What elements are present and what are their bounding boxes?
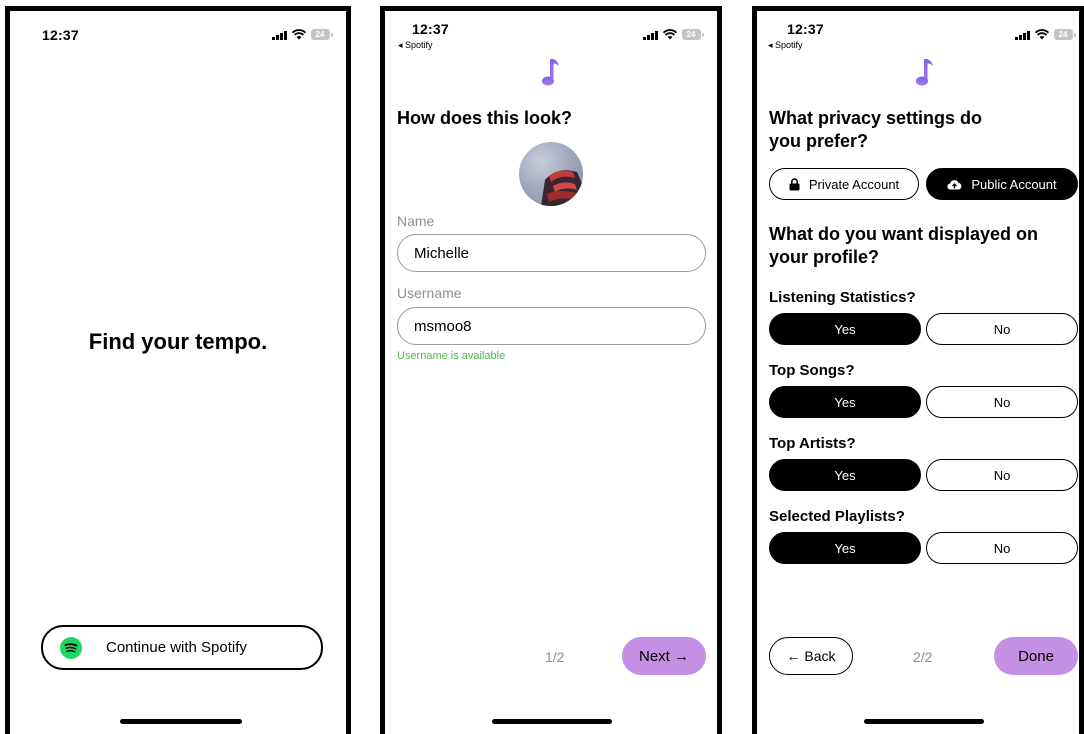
profile-title: How does this look?	[397, 108, 573, 128]
status-icons: 24	[643, 29, 704, 40]
music-note-icon	[542, 59, 559, 86]
wifi-icon	[662, 29, 677, 40]
signal-icon	[272, 30, 287, 40]
page-indicator: 2/2	[913, 649, 933, 665]
screen-welcome: 12:37 24 Find your tempo. Continue with …	[5, 6, 351, 734]
status-time: 12:37	[787, 21, 824, 37]
display-title: What do you want displayed on your profi…	[769, 223, 1038, 269]
avatar-photo	[541, 170, 583, 206]
private-account-label: Private Account	[808, 176, 900, 192]
status-time: 12:37	[42, 27, 79, 43]
music-note-icon	[916, 59, 933, 86]
top-songs-no-button[interactable]: No	[926, 386, 1078, 418]
home-indicator	[864, 719, 984, 724]
back-to-spotify-link[interactable]: ◂ Spotify	[768, 40, 803, 51]
privacy-title-line1: What privacy settings do	[769, 108, 983, 128]
battery-icon: 24	[310, 29, 333, 40]
avatar[interactable]	[519, 142, 583, 206]
continue-with-spotify-button[interactable]: Continue with Spotify	[41, 625, 323, 670]
name-label: Name	[397, 213, 435, 229]
welcome-headline: Find your tempo.	[88, 329, 268, 354]
status-time: 12:37	[412, 21, 449, 37]
lock-icon	[789, 177, 800, 190]
selected-playlists-yes-button[interactable]: Yes	[769, 532, 921, 564]
display-title-line2: your profile?	[769, 247, 880, 267]
listening-statistics-yes-button[interactable]: Yes	[769, 313, 921, 345]
username-label: Username	[397, 285, 462, 301]
next-button[interactable]: Next →	[622, 637, 706, 675]
battery-icon: 24	[1053, 29, 1076, 40]
privacy-title-line2: you prefer?	[769, 131, 869, 151]
listening-statistics-label: Listening Statistics?	[769, 289, 916, 306]
status-icons: 24	[1015, 29, 1076, 40]
private-account-button[interactable]: Private Account	[769, 168, 919, 200]
done-button[interactable]: Done	[994, 637, 1078, 675]
selected-playlists-no-button[interactable]: No	[926, 532, 1078, 564]
signal-icon	[1015, 30, 1030, 40]
top-artists-label: Top Artists?	[769, 435, 856, 452]
listening-statistics-no-button[interactable]: No	[926, 313, 1078, 345]
public-account-button[interactable]: Public Account	[926, 168, 1078, 200]
signal-icon	[643, 30, 658, 40]
top-songs-label: Top Songs?	[769, 362, 855, 379]
back-button[interactable]: ← Back	[769, 637, 853, 675]
top-artists-no-button[interactable]: No	[926, 459, 1078, 491]
page-indicator: 1/2	[545, 649, 565, 665]
wifi-icon	[291, 29, 306, 40]
home-indicator	[120, 719, 242, 724]
display-title-line1: What do you want displayed on	[769, 224, 1039, 244]
wifi-icon	[1034, 29, 1049, 40]
username-field[interactable]: msmoo8	[397, 307, 706, 345]
top-artists-yes-button[interactable]: Yes	[769, 459, 921, 491]
selected-playlists-label: Selected Playlists?	[769, 508, 905, 525]
battery-icon: 24	[681, 29, 704, 40]
status-icons: 24	[272, 29, 333, 40]
privacy-title: What privacy settings do you prefer?	[769, 107, 982, 153]
top-songs-yes-button[interactable]: Yes	[769, 386, 921, 418]
public-account-label: Public Account	[971, 176, 1057, 192]
back-to-spotify-link[interactable]: ◂ Spotify	[398, 40, 433, 51]
screen-privacy-settings: 12:37 ◂ Spotify 24 What privacy settings…	[752, 6, 1084, 734]
name-field[interactable]: Michelle	[397, 234, 706, 272]
cloud-upload-icon	[947, 179, 962, 190]
continue-label: Continue with Spotify	[106, 639, 247, 656]
screen-profile-setup: 12:37 ◂ Spotify 24 How does this look? N…	[380, 6, 722, 734]
username-available-text: Username is available	[397, 350, 506, 362]
spotify-icon	[60, 636, 82, 659]
home-indicator	[492, 719, 612, 724]
